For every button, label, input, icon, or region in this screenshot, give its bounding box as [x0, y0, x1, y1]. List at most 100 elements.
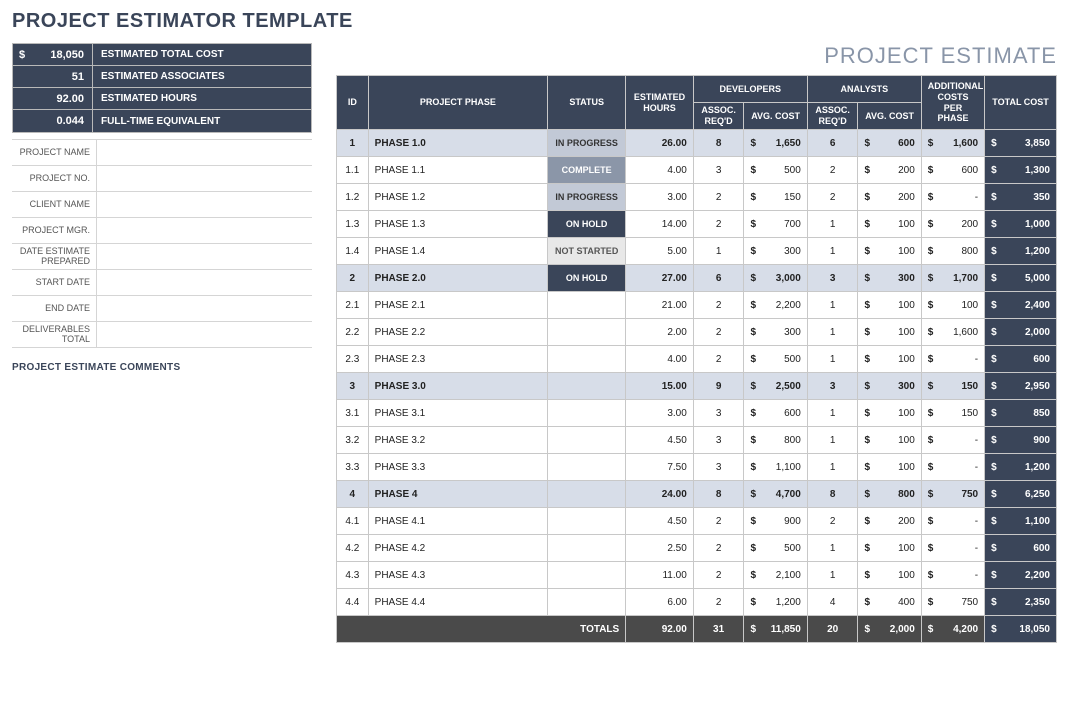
status-badge: ON HOLD — [548, 265, 625, 291]
table-row: 1.4PHASE 1.4NOT STARTED5.00130011008001,… — [337, 238, 1057, 265]
cell-status: ON HOLD — [548, 265, 626, 292]
cell-hours: 21.00 — [626, 292, 694, 319]
hdr-phase: PROJECT PHASE — [368, 76, 547, 130]
cell-total: 1,200 — [985, 238, 1057, 265]
table-row: 1PHASE 1.0IN PROGRESS26.0081,65066001,60… — [337, 130, 1057, 157]
cell-dev-cost: 1,200 — [744, 589, 807, 616]
cell-ana-cost: 300 — [858, 265, 921, 292]
cell-status — [548, 427, 626, 454]
cell-dev-cost: 700 — [744, 211, 807, 238]
table-row: 2.1PHASE 2.121.0022,20011001002,400 — [337, 292, 1057, 319]
cell-dev-assoc: 2 — [693, 211, 744, 238]
cell-phase: PHASE 1.1 — [368, 157, 547, 184]
meta-row: PROJECT NAME — [12, 140, 312, 166]
meta-label: START DATE — [12, 270, 96, 295]
cell-ana-cost: 200 — [858, 157, 921, 184]
table-row: 2.2PHASE 2.22.00230011001,6002,000 — [337, 319, 1057, 346]
totals-row: TOTALS92.003111,850202,0004,20018,050 — [337, 616, 1057, 643]
cell-total: 600 — [985, 346, 1057, 373]
cell-ana-assoc: 4 — [807, 589, 858, 616]
hdr-analysts: ANALYSTS — [807, 76, 921, 103]
totals-ana-cost: 2,000 — [858, 616, 921, 643]
cell-status: ON HOLD — [548, 211, 626, 238]
meta-value[interactable] — [96, 244, 312, 269]
cell-ana-assoc: 2 — [807, 184, 858, 211]
cell-ana-assoc: 3 — [807, 373, 858, 400]
summary-label: ESTIMATED ASSOCIATES — [93, 66, 311, 87]
table-row: 3.1PHASE 3.13.0036001100150850 — [337, 400, 1057, 427]
cell-ana-assoc: 1 — [807, 535, 858, 562]
cell-additional: 750 — [921, 589, 984, 616]
cell-hours: 26.00 — [626, 130, 694, 157]
meta-row: DELIVERABLES TOTAL — [12, 322, 312, 348]
cell-phase: PHASE 3.0 — [368, 373, 547, 400]
meta-label: PROJECT NO. — [12, 166, 96, 191]
cell-phase: PHASE 4 — [368, 481, 547, 508]
hdr-status: STATUS — [548, 76, 626, 130]
table-row: 4.2PHASE 4.22.5025001100-600 — [337, 535, 1057, 562]
meta-row: DATE ESTIMATE PREPARED — [12, 244, 312, 270]
meta-row: CLIENT NAME — [12, 192, 312, 218]
summary-value: 92.00 — [13, 88, 93, 109]
cell-total: 2,000 — [985, 319, 1057, 346]
table-row: 4.3PHASE 4.311.0022,1001100-2,200 — [337, 562, 1057, 589]
cell-phase: PHASE 4.4 — [368, 589, 547, 616]
cell-status: NOT STARTED — [548, 238, 626, 265]
meta-value[interactable] — [96, 218, 312, 243]
cell-dev-cost: 300 — [744, 238, 807, 265]
meta-label: CLIENT NAME — [12, 192, 96, 217]
cell-additional: 200 — [921, 211, 984, 238]
cell-additional: 1,600 — [921, 319, 984, 346]
cell-id: 4.4 — [337, 589, 369, 616]
cell-id: 3 — [337, 373, 369, 400]
meta-value[interactable] — [96, 166, 312, 191]
status-badge: IN PROGRESS — [548, 184, 625, 210]
meta-value[interactable] — [96, 296, 312, 321]
cell-dev-assoc: 8 — [693, 481, 744, 508]
cell-dev-cost: 1,100 — [744, 454, 807, 481]
cell-status: COMPLETE — [548, 157, 626, 184]
meta-value[interactable] — [96, 192, 312, 217]
meta-value[interactable] — [96, 140, 312, 165]
cell-total: 600 — [985, 535, 1057, 562]
cell-phase: PHASE 2.3 — [368, 346, 547, 373]
meta-value[interactable] — [96, 270, 312, 295]
cell-dev-assoc: 2 — [693, 535, 744, 562]
cell-ana-assoc: 2 — [807, 157, 858, 184]
cell-additional: 1,600 — [921, 130, 984, 157]
cell-hours: 7.50 — [626, 454, 694, 481]
cell-status — [548, 346, 626, 373]
cell-hours: 5.00 — [626, 238, 694, 265]
cell-ana-assoc: 1 — [807, 562, 858, 589]
cell-status — [548, 454, 626, 481]
cell-additional: 1,700 — [921, 265, 984, 292]
status-badge: NOT STARTED — [548, 238, 625, 264]
cell-ana-cost: 100 — [858, 562, 921, 589]
cell-additional: - — [921, 562, 984, 589]
cell-id: 3.1 — [337, 400, 369, 427]
totals-dev-assoc: 31 — [693, 616, 744, 643]
cell-additional: - — [921, 184, 984, 211]
cell-total: 1,300 — [985, 157, 1057, 184]
status-badge: ON HOLD — [548, 211, 625, 237]
cell-ana-cost: 100 — [858, 292, 921, 319]
cell-hours: 14.00 — [626, 211, 694, 238]
meta-label: PROJECT NAME — [12, 140, 96, 165]
cell-hours: 2.50 — [626, 535, 694, 562]
cell-ana-assoc: 1 — [807, 454, 858, 481]
cell-id: 1.1 — [337, 157, 369, 184]
meta-value[interactable] — [96, 322, 312, 347]
cell-total: 2,950 — [985, 373, 1057, 400]
hdr-dev-avg: AVG. COST — [744, 103, 807, 130]
cell-dev-cost: 2,500 — [744, 373, 807, 400]
cell-dev-assoc: 1 — [693, 238, 744, 265]
comments-label: PROJECT ESTIMATE COMMENTS — [12, 362, 312, 373]
cell-hours: 11.00 — [626, 562, 694, 589]
cell-ana-cost: 100 — [858, 400, 921, 427]
cell-status — [548, 400, 626, 427]
summary-value: 18,050 — [13, 44, 93, 65]
cell-status: IN PROGRESS — [548, 184, 626, 211]
summary-row: 51ESTIMATED ASSOCIATES — [13, 66, 311, 88]
cell-total: 1,200 — [985, 454, 1057, 481]
cell-ana-assoc: 2 — [807, 508, 858, 535]
